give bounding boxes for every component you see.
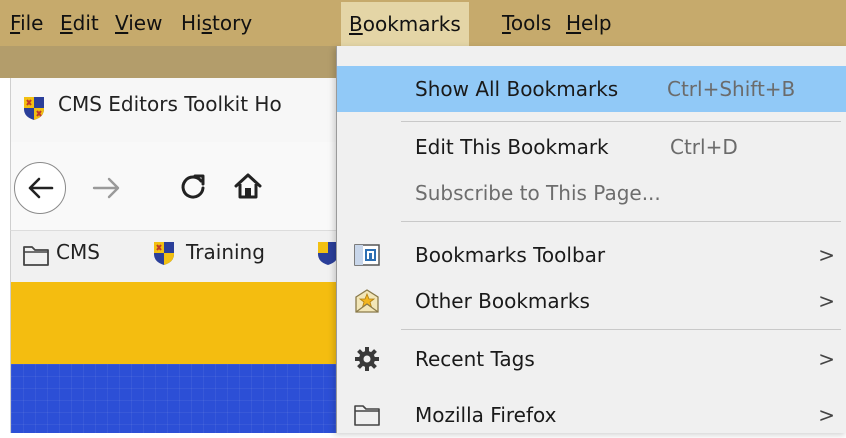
menu-item-label: Other Bookmarks: [415, 289, 590, 313]
other-bookmarks-icon: [355, 289, 379, 313]
menu-item-label: Recent Tags: [415, 347, 535, 371]
menu-item-label: Mozilla Firefox: [415, 403, 557, 427]
menu-history-label: tory: [212, 11, 253, 35]
menu-bookmarks[interactable]: Bookmarks: [341, 2, 469, 46]
forward-button[interactable]: [92, 176, 122, 200]
menu-separator: [401, 329, 841, 330]
page-header-band: [10, 282, 361, 364]
menu-item-recent-tags[interactable]: Recent Tags >: [337, 336, 846, 382]
menu-item-subscribe[interactable]: Subscribe to This Page...: [337, 170, 846, 216]
chevron-right-icon: >: [818, 243, 835, 267]
bookmark-training[interactable]: Training: [186, 240, 265, 264]
page-nav-band: [10, 364, 361, 433]
menu-bar: File Edit View History Bookmarks Tools H…: [0, 0, 846, 46]
menu-tools-mnemonic: T: [502, 11, 511, 35]
menu-history-mnemonic: s: [201, 11, 213, 35]
menu-tools[interactable]: Tools: [502, 9, 551, 37]
menu-item-label: Bookmarks Toolbar: [415, 243, 606, 267]
menu-item-mozilla-firefox[interactable]: Mozilla Firefox >: [337, 392, 846, 438]
home-button[interactable]: [232, 170, 264, 202]
bookmarks-menu: Show All Bookmarks Ctrl+Shift+B Edit Thi…: [336, 46, 846, 433]
menu-history[interactable]: History: [181, 9, 252, 37]
menu-item-label: Show All Bookmarks: [415, 77, 619, 101]
crest-icon: [24, 97, 44, 120]
menu-item-label: Subscribe to This Page...: [415, 181, 661, 205]
menu-help-label: elp: [581, 11, 612, 35]
menu-file-mnemonic: F: [10, 11, 21, 35]
bookmarks-toolbar-icon: [354, 244, 380, 266]
menu-file-label: ile: [20, 11, 44, 35]
bookmark-cms[interactable]: CMS: [56, 240, 100, 264]
menu-item-show-all-bookmarks[interactable]: Show All Bookmarks Ctrl+Shift+B: [337, 66, 846, 112]
crest-icon: [154, 242, 174, 265]
menu-view-mnemonic: V: [115, 11, 129, 35]
menu-file[interactable]: File: [10, 9, 43, 37]
chevron-right-icon: >: [818, 347, 835, 371]
menu-history-prefix: Hi: [181, 11, 202, 35]
menu-view-label: iew: [128, 11, 163, 35]
tab-title: CMS Editors Toolkit Ho: [58, 92, 282, 116]
menu-bookmarks-label: ookmarks: [362, 12, 461, 36]
reload-button[interactable]: [178, 172, 208, 202]
menu-bookmarks-mnemonic: B: [349, 12, 363, 36]
chevron-right-icon: >: [818, 289, 835, 313]
menu-help-mnemonic: H: [566, 11, 582, 35]
menu-separator: [401, 221, 841, 222]
chevron-right-icon: >: [818, 403, 835, 427]
menu-item-other-bookmarks[interactable]: Other Bookmarks >: [337, 278, 846, 324]
back-arrow-icon: [28, 177, 54, 199]
menu-separator: [401, 121, 841, 122]
back-button[interactable]: [14, 162, 66, 214]
menu-edit-label: dit: [72, 11, 99, 35]
menu-item-shortcut: Ctrl+Shift+B: [667, 77, 796, 101]
menu-edit-mnemonic: E: [60, 11, 73, 35]
menu-item-label: Edit This Bookmark: [415, 135, 609, 159]
folder-icon: [354, 405, 380, 426]
folder-icon: [23, 246, 49, 266]
menu-tools-label: ools: [510, 11, 552, 35]
menu-item-edit-this-bookmark[interactable]: Edit This Bookmark Ctrl+D: [337, 124, 846, 170]
menu-item-shortcut: Ctrl+D: [670, 135, 738, 159]
menu-help[interactable]: Help: [566, 9, 612, 37]
gear-icon: [355, 347, 379, 371]
menu-item-bookmarks-toolbar[interactable]: Bookmarks Toolbar >: [337, 232, 846, 278]
menu-view[interactable]: View: [115, 9, 162, 37]
menu-edit[interactable]: Edit: [60, 9, 99, 37]
